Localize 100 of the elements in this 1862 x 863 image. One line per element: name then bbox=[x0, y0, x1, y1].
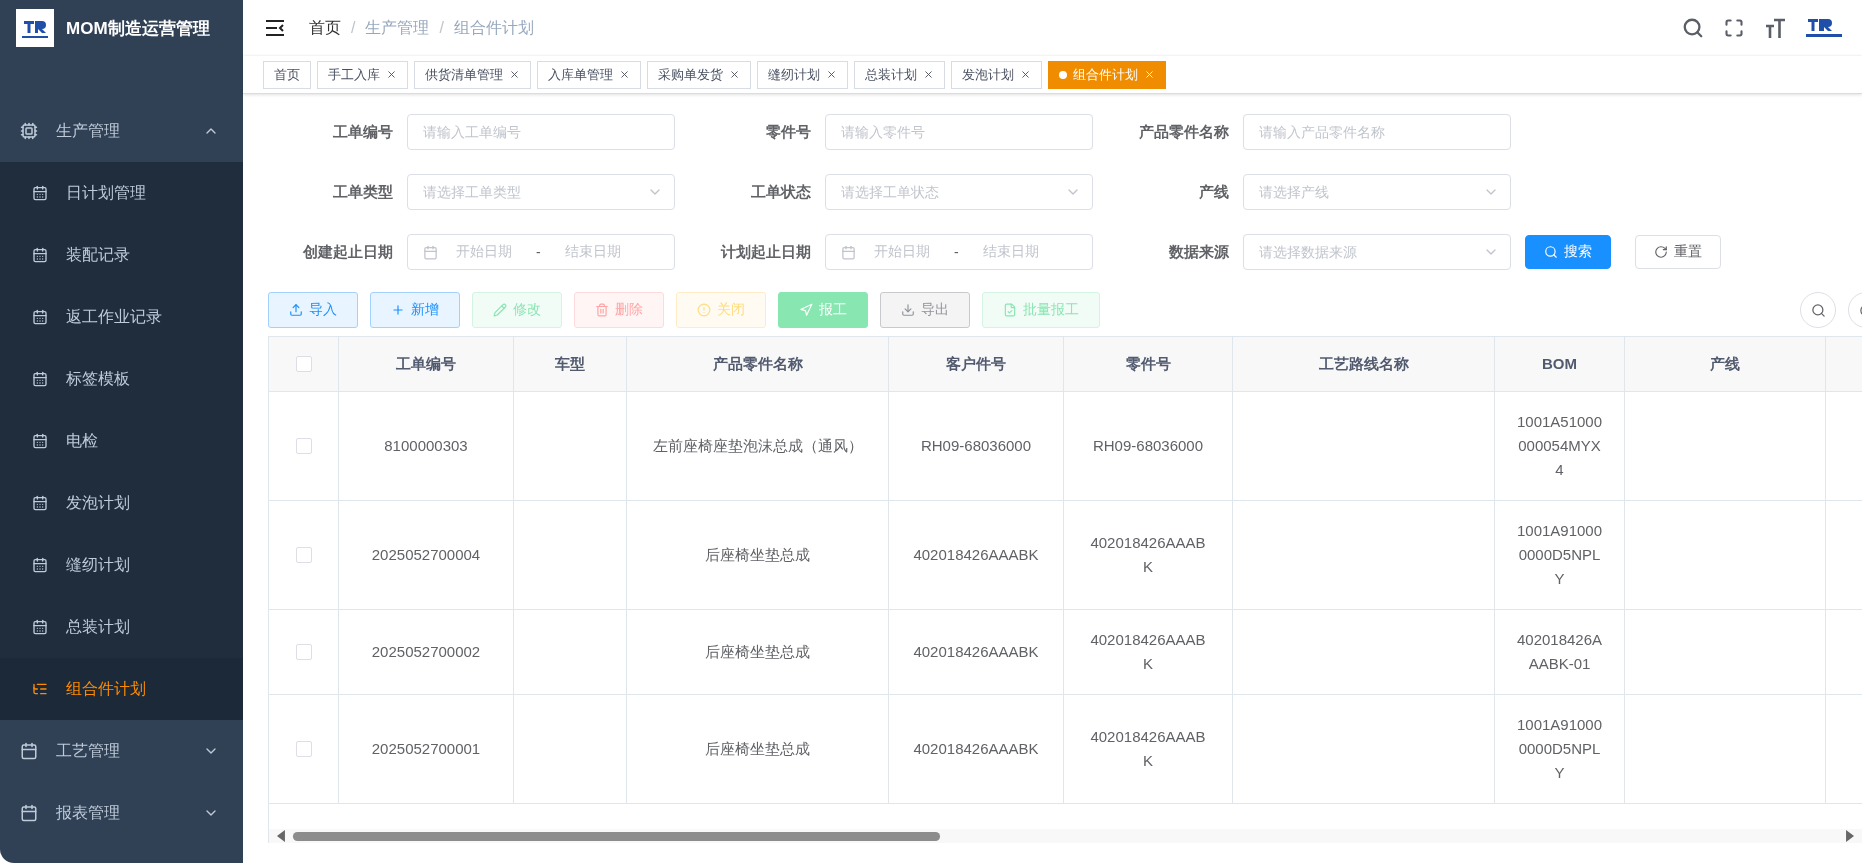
send-icon bbox=[799, 303, 813, 317]
menu-item[interactable]: 发泡计划 bbox=[0, 472, 243, 534]
calendar-icon bbox=[32, 495, 48, 511]
table-cell-text: 402018426AAABK-01 bbox=[1515, 630, 1604, 674]
input-field[interactable]: 请输入产品零件名称 bbox=[1243, 114, 1511, 150]
menu-item[interactable]: 装配记录 bbox=[0, 224, 243, 286]
plus-icon bbox=[391, 303, 405, 317]
close-icon[interactable] bbox=[619, 69, 630, 80]
table-cell-text: 后座椅坐垫总成 bbox=[705, 739, 810, 759]
menu-group[interactable]: 工艺管理 bbox=[0, 720, 243, 782]
table-cell-text: 402018426AAABK bbox=[913, 739, 1039, 759]
table-cell-text: 后座椅坐垫总成 bbox=[705, 545, 810, 565]
calendar-icon bbox=[32, 185, 48, 201]
calendar-icon bbox=[32, 309, 48, 325]
column-header: 车型 bbox=[514, 337, 627, 391]
menu-group[interactable]: 生产管理 bbox=[0, 100, 243, 162]
select-field[interactable]: 请选择工单类型 bbox=[407, 174, 675, 210]
page-tab[interactable]: 缝纫计划 bbox=[757, 60, 848, 89]
refresh-icon bbox=[1654, 245, 1668, 259]
logo-icon bbox=[16, 9, 54, 47]
page-tab[interactable]: 发泡计划 bbox=[951, 60, 1042, 89]
menu-fold-icon[interactable] bbox=[265, 20, 285, 36]
select-field[interactable]: 请选择产线 bbox=[1243, 174, 1511, 210]
checkbox[interactable] bbox=[295, 438, 312, 454]
search-icon[interactable] bbox=[1682, 17, 1704, 39]
font-size-icon[interactable] bbox=[1764, 17, 1786, 39]
upload-icon bbox=[289, 303, 303, 317]
checkbox[interactable] bbox=[295, 547, 312, 563]
field-label: 零件号 bbox=[765, 122, 811, 142]
menu-item[interactable]: 组合件计划 bbox=[0, 658, 243, 720]
menu-group[interactable]: 报表管理 bbox=[0, 782, 243, 844]
page-tab[interactable]: 首页 bbox=[263, 60, 311, 89]
search-toggle-button[interactable] bbox=[1800, 292, 1836, 328]
pencil-icon bbox=[493, 303, 507, 317]
field-label: 工单编号 bbox=[332, 122, 393, 142]
search-icon bbox=[1810, 302, 1826, 318]
table-cell-text: 402018426AAABK bbox=[1089, 630, 1207, 674]
close-icon[interactable] bbox=[826, 69, 837, 80]
calendar-icon bbox=[32, 371, 48, 387]
alert-icon bbox=[697, 303, 711, 317]
table-cell-text: 2025052700004 bbox=[371, 545, 481, 565]
input-field[interactable]: 请输入零件号 bbox=[825, 114, 1093, 150]
menu-item[interactable]: 标签模板 bbox=[0, 348, 243, 410]
reset-button[interactable]: 重置 bbox=[1635, 235, 1721, 269]
select-field[interactable]: 请选择工单状态 bbox=[825, 174, 1093, 210]
calendar-icon bbox=[20, 742, 38, 760]
table-cell-text: 1001A51000000054MYX4 bbox=[1515, 412, 1604, 480]
close-icon[interactable] bbox=[509, 69, 520, 80]
table-cell-text: 左前座椅座垫泡沫总成（通风） bbox=[652, 436, 863, 456]
field-label: 工单类型 bbox=[332, 182, 393, 202]
page-tab[interactable]: 总装计划 bbox=[854, 60, 945, 89]
tree-icon bbox=[32, 681, 48, 697]
horizontal-scrollbar[interactable] bbox=[269, 829, 1862, 843]
menu-item[interactable]: 日计划管理 bbox=[0, 162, 243, 224]
checkbox[interactable] bbox=[295, 644, 312, 660]
menu-item[interactable]: 总装计划 bbox=[0, 596, 243, 658]
page-tab[interactable]: 采购单发货 bbox=[647, 60, 751, 89]
table-cell-text: 402018426AAABK bbox=[913, 642, 1039, 662]
calendar-icon bbox=[32, 433, 48, 449]
download-icon bbox=[901, 303, 915, 317]
close-icon[interactable] bbox=[729, 69, 740, 80]
page-tab[interactable]: 手工入库 bbox=[317, 60, 408, 89]
field-label: 创建起止日期 bbox=[302, 242, 393, 262]
dot-icon bbox=[1059, 70, 1067, 79]
checkbox[interactable] bbox=[295, 356, 312, 372]
close-icon[interactable] bbox=[386, 69, 397, 80]
column-header: 工单编号 bbox=[339, 337, 514, 391]
calendar-icon bbox=[32, 247, 48, 263]
table-cell-text: 后座椅坐垫总成 bbox=[705, 642, 810, 662]
file-check-icon bbox=[1003, 303, 1017, 317]
table-cell-text: RH09-68036000 bbox=[1092, 436, 1204, 456]
calendar-icon bbox=[423, 244, 438, 260]
table-cell-text: 402018426AAABK bbox=[913, 545, 1039, 565]
menu-item[interactable]: 电检 bbox=[0, 410, 243, 472]
trash-icon bbox=[595, 303, 609, 317]
close-icon[interactable] bbox=[923, 69, 934, 80]
select-field[interactable]: 请选择数据来源 bbox=[1243, 234, 1511, 270]
checkbox[interactable] bbox=[295, 741, 312, 757]
app-title: MOM制造运营管理 bbox=[66, 17, 210, 40]
calendar-icon bbox=[20, 804, 38, 822]
breadcrumb-link[interactable]: 首页 bbox=[309, 17, 341, 39]
chip-icon bbox=[20, 122, 38, 140]
column-header: 工艺路线名称 bbox=[1233, 337, 1495, 391]
column-header: BOM bbox=[1495, 337, 1625, 391]
table-cell-text: 8100000303 bbox=[384, 436, 468, 456]
fullscreen-icon[interactable] bbox=[1724, 18, 1744, 38]
date-range-field[interactable]: 开始日期 - 结束日期 bbox=[407, 234, 675, 270]
calendar-icon bbox=[841, 244, 856, 260]
page-tab[interactable]: 供货清单管理 bbox=[414, 60, 531, 89]
calendar-icon bbox=[32, 619, 48, 635]
menu-item[interactable]: 缝纫计划 bbox=[0, 534, 243, 596]
date-range-field[interactable]: 开始日期 - 结束日期 bbox=[825, 234, 1093, 270]
close-icon[interactable] bbox=[1020, 69, 1031, 80]
menu-item[interactable]: 返工作业记录 bbox=[0, 286, 243, 348]
breadcrumb-separator: / bbox=[439, 19, 444, 37]
field-label: 计划起止日期 bbox=[719, 242, 811, 262]
page-tab[interactable]: 入库单管理 bbox=[537, 60, 641, 89]
field-label: 产线 bbox=[1198, 182, 1229, 202]
input-field[interactable]: 请输入工单编号 bbox=[407, 114, 675, 150]
search-icon bbox=[1544, 245, 1558, 259]
